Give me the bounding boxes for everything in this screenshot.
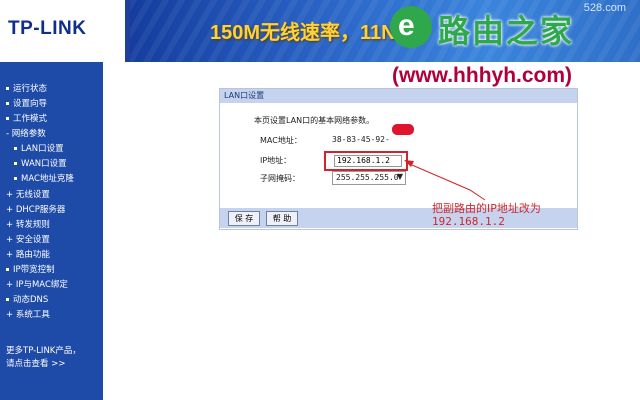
annotation-ip-text: 192.168.1.2: [432, 215, 505, 228]
annotation-text: 把副路由的IP地址改为: [432, 202, 541, 215]
annotation-arrowhead-icon: [404, 160, 414, 167]
annotation-arrow-line: [411, 164, 486, 201]
annotation-arrow: [404, 160, 486, 201]
